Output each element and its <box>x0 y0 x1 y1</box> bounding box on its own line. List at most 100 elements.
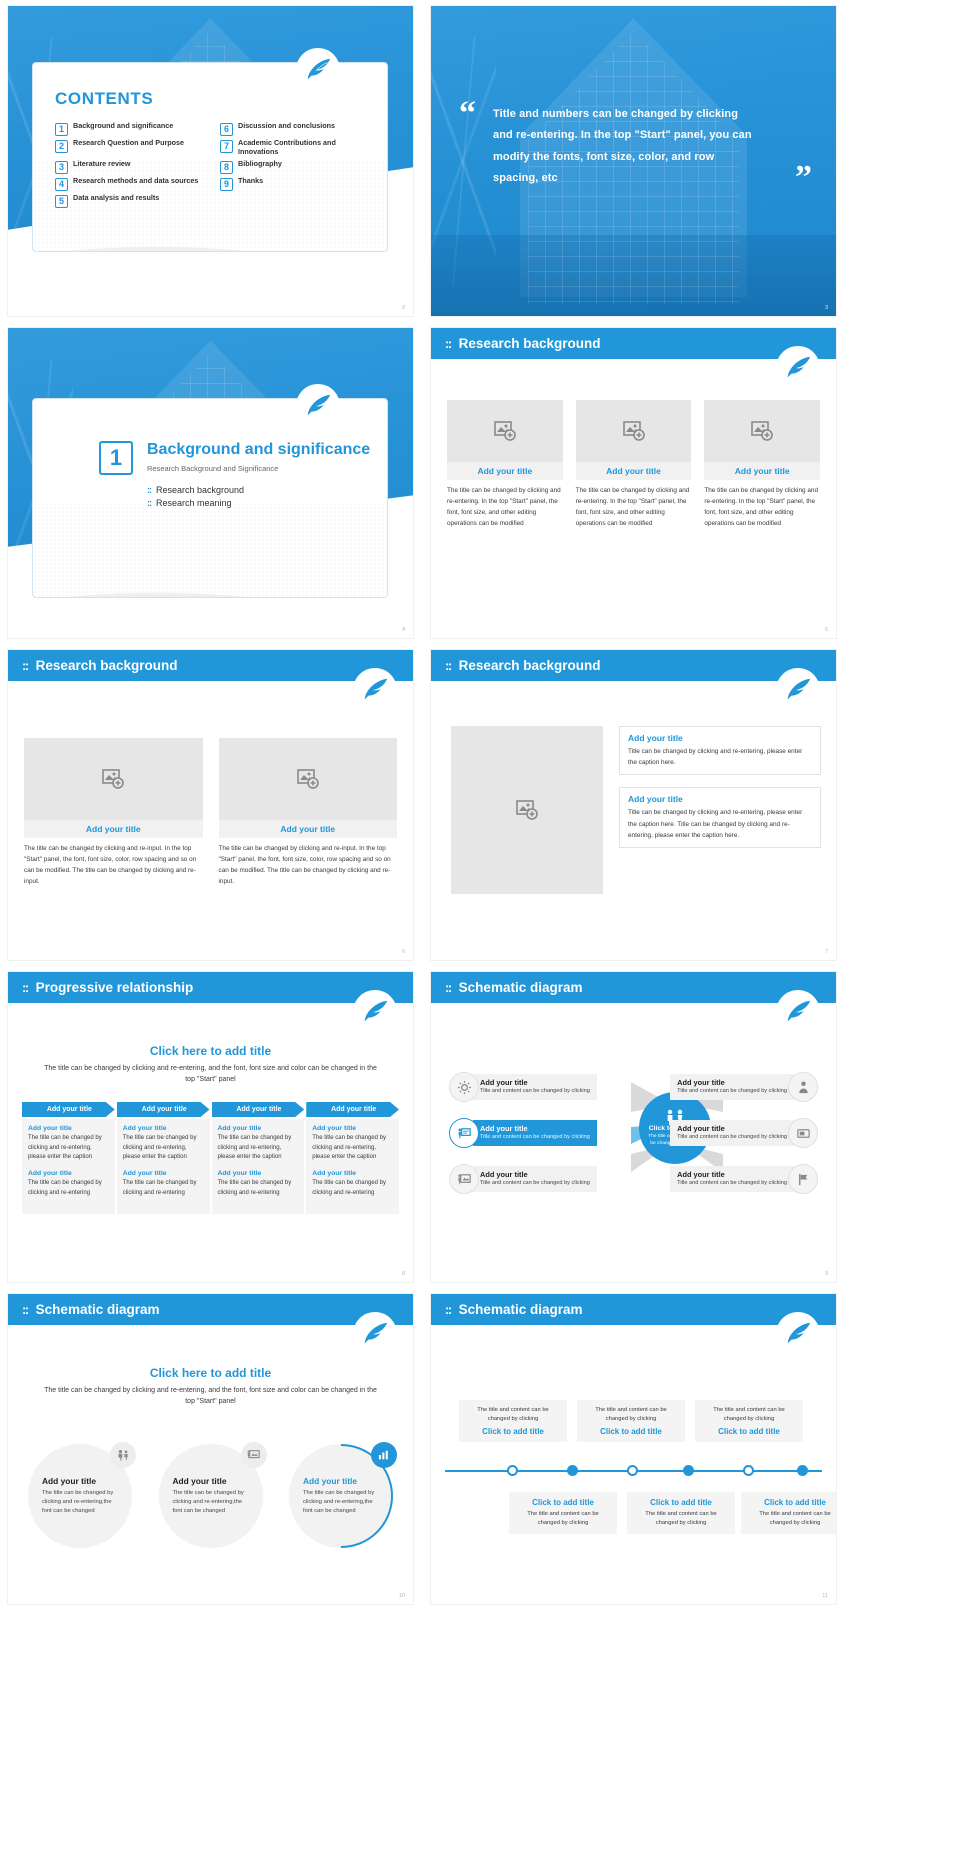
image-placeholder[interactable] <box>451 726 603 894</box>
column-title-1[interactable]: Add your title <box>218 1125 299 1132</box>
node-body: Title and content can be changed by clic… <box>480 1088 590 1095</box>
column-caption[interactable]: Add your title <box>704 462 821 480</box>
quote-text[interactable]: Title and numbers can be changed by clic… <box>493 104 761 190</box>
column-title-2[interactable]: Add your title <box>28 1170 109 1177</box>
chevron-step-3[interactable]: Add your title <box>212 1102 305 1117</box>
image-placeholder[interactable] <box>704 400 821 462</box>
slide-thumbnail-quote[interactable]: “ Title and numbers can be changed by cl… <box>431 6 836 316</box>
chevron-step-2[interactable]: Add your title <box>117 1102 210 1117</box>
node-title: Add your title <box>480 1170 528 1180</box>
slide-thumbnail-progressive[interactable]: :: Progressive relationship Click here t… <box>8 972 413 1282</box>
center-subtitle[interactable]: The title can be changed by clicking and… <box>42 1063 379 1085</box>
center-title[interactable]: Click here to add title <box>42 1366 379 1380</box>
caption-box[interactable]: Add your title Title can be changed by c… <box>619 726 821 776</box>
image-placeholder[interactable] <box>575 400 692 462</box>
toc-item-2[interactable]: 2 Research Question and Purpose <box>55 138 210 157</box>
timeline-dot-5[interactable] <box>743 1465 754 1476</box>
column-body-1[interactable]: The title can be changed by clicking and… <box>218 1134 299 1163</box>
timeline-dot-2[interactable] <box>567 1465 578 1476</box>
circle-item-1[interactable]: Add your title The title can be changed … <box>28 1442 136 1548</box>
circle-item-2[interactable]: Add your title The title can be changed … <box>158 1442 267 1548</box>
column-caption[interactable]: Add your title <box>575 462 692 480</box>
timeline-card-bottom-1[interactable]: Click to add title The title and content… <box>509 1492 617 1534</box>
image-placeholder[interactable] <box>218 738 397 820</box>
radial-node-left-2[interactable]: Add your title Title and content can be … <box>449 1118 597 1148</box>
toc-item-7[interactable]: 7 Academic Contributions and Innovations <box>220 138 375 157</box>
timeline-card-top-3[interactable]: The title and content can be changed by … <box>695 1400 803 1442</box>
feather-logo-icon <box>353 668 397 712</box>
timeline-dot-4[interactable] <box>683 1465 694 1476</box>
image-column: Add your title The title can be changed … <box>447 400 563 529</box>
column-body[interactable]: The title can be changed by clicking and… <box>704 485 820 529</box>
radial-node-left-1[interactable]: Add your title Title and content can be … <box>449 1072 597 1102</box>
toc-label: Bibliography <box>238 158 282 168</box>
section-bullet-2[interactable]: :: Research meaning <box>147 498 387 508</box>
column-body[interactable]: The title can be changed by clicking and… <box>576 485 692 529</box>
radial-node-left-3[interactable]: Add your title Title and content can be … <box>449 1164 597 1194</box>
slide-thumbnail-radial[interactable]: :: Schematic diagram Click to add title … <box>431 972 836 1282</box>
toc-item-6[interactable]: 6 Discussion and conclusions <box>220 121 375 136</box>
feather-logo-icon <box>776 1312 820 1356</box>
radial-node-right-2[interactable]: Add your title Title and content can be … <box>670 1118 818 1148</box>
toc-label: Research Question and Purpose <box>73 138 185 147</box>
radial-node-right-3[interactable]: Add your title Title and content can be … <box>670 1164 818 1194</box>
toc-item-8[interactable]: 8 Bibliography <box>220 158 375 174</box>
column-body-1[interactable]: The title can be changed by clicking and… <box>28 1134 109 1163</box>
slide-thumbnail-two-image[interactable]: :: Research background Add your title Th… <box>8 650 413 960</box>
timeline-dot-1[interactable] <box>507 1465 518 1476</box>
column-body-2[interactable]: The title can be changed by clicking and… <box>218 1179 299 1198</box>
center-title[interactable]: Click here to add title <box>42 1044 379 1058</box>
slide-header: :: Schematic diagram <box>431 1294 836 1325</box>
image-placeholder[interactable] <box>447 400 563 462</box>
slide-thumbnail-section-divider[interactable]: 1 Background and significance Research B… <box>8 328 413 638</box>
caption-box[interactable]: Add your title Title can be changed by c… <box>619 787 821 849</box>
column-title-2[interactable]: Add your title <box>123 1170 204 1177</box>
toc-item-3[interactable]: 3 Literature review <box>55 159 210 174</box>
column-caption[interactable]: Add your title <box>218 820 397 838</box>
timeline-title: Click to add title <box>482 1426 544 1436</box>
toc-item-5[interactable]: 5 Data analysis and results <box>55 193 210 208</box>
column-title-1[interactable]: Add your title <box>312 1125 393 1132</box>
timeline-card-bottom-3[interactable]: Click to add title The title and content… <box>741 1492 836 1534</box>
section-card: 1 Background and significance Research B… <box>32 398 388 598</box>
toc-number: 5 <box>55 194 68 208</box>
slide-thumbnail-three-image[interactable]: :: Research background Add your title Th… <box>431 328 836 638</box>
timeline-dot-6[interactable] <box>797 1465 808 1476</box>
column-body[interactable]: The title can be changed by clicking and… <box>24 843 203 887</box>
section-title[interactable]: Background and significance <box>147 441 370 459</box>
toc-item-9[interactable]: 9 Thanks <box>220 176 375 191</box>
circle-item-3[interactable]: Add your title The title can be changed … <box>289 1442 397 1548</box>
column-title-1[interactable]: Add your title <box>28 1125 109 1132</box>
column-body-2[interactable]: The title can be changed by clicking and… <box>312 1179 393 1198</box>
column-body-2[interactable]: The title can be changed by clicking and… <box>123 1179 204 1198</box>
chevron-step-1[interactable]: Add your title <box>22 1102 115 1117</box>
column-body[interactable]: The title can be changed by clicking and… <box>219 843 398 887</box>
column-body-1[interactable]: The title can be changed by clicking and… <box>312 1134 393 1163</box>
slide-thumbnail-image-left[interactable]: :: Research background Add your title Ti… <box>431 650 836 960</box>
slide-thumbnail-circles[interactable]: :: Schematic diagram Click here to add t… <box>8 1294 413 1604</box>
column-body-2[interactable]: The title can be changed by clicking and… <box>28 1179 109 1198</box>
section-bullet-1[interactable]: :: Research background <box>147 485 387 495</box>
page-number: 9 <box>824 1271 828 1277</box>
slide-thumbnail-timeline[interactable]: :: Schematic diagram The title and conte… <box>431 1294 836 1604</box>
timeline-card-bottom-2[interactable]: Click to add title The title and content… <box>627 1492 735 1534</box>
center-subtitle[interactable]: The title can be changed by clicking and… <box>42 1385 379 1407</box>
column-caption[interactable]: Add your title <box>24 820 203 838</box>
column-body[interactable]: The title can be changed by clicking and… <box>447 485 563 529</box>
toc-item-4[interactable]: 4 Research methods and data sources <box>55 176 210 191</box>
toc-item-1[interactable]: 1 Background and significance <box>55 121 210 136</box>
toc-label: Background and significance <box>73 121 174 130</box>
column-caption[interactable]: Add your title <box>447 462 563 480</box>
timeline-card-top-1[interactable]: The title and content can be changed by … <box>459 1400 567 1442</box>
column-body-1[interactable]: The title can be changed by clicking and… <box>123 1134 204 1163</box>
chevron-step-4[interactable]: Add your title <box>306 1102 399 1117</box>
timeline-dot-3[interactable] <box>627 1465 638 1476</box>
column-title-1[interactable]: Add your title <box>123 1125 204 1132</box>
slide-thumbnail-contents[interactable]: CONTENTS 1 Background and significance 6… <box>8 6 413 316</box>
radial-node-right-1[interactable]: Add your title Title and content can be … <box>670 1072 818 1102</box>
image-column: Add your title The title can be changed … <box>704 400 821 529</box>
column-title-2[interactable]: Add your title <box>218 1170 299 1177</box>
image-placeholder[interactable] <box>24 738 203 820</box>
timeline-card-top-2[interactable]: The title and content can be changed by … <box>577 1400 685 1442</box>
column-title-2[interactable]: Add your title <box>312 1170 393 1177</box>
